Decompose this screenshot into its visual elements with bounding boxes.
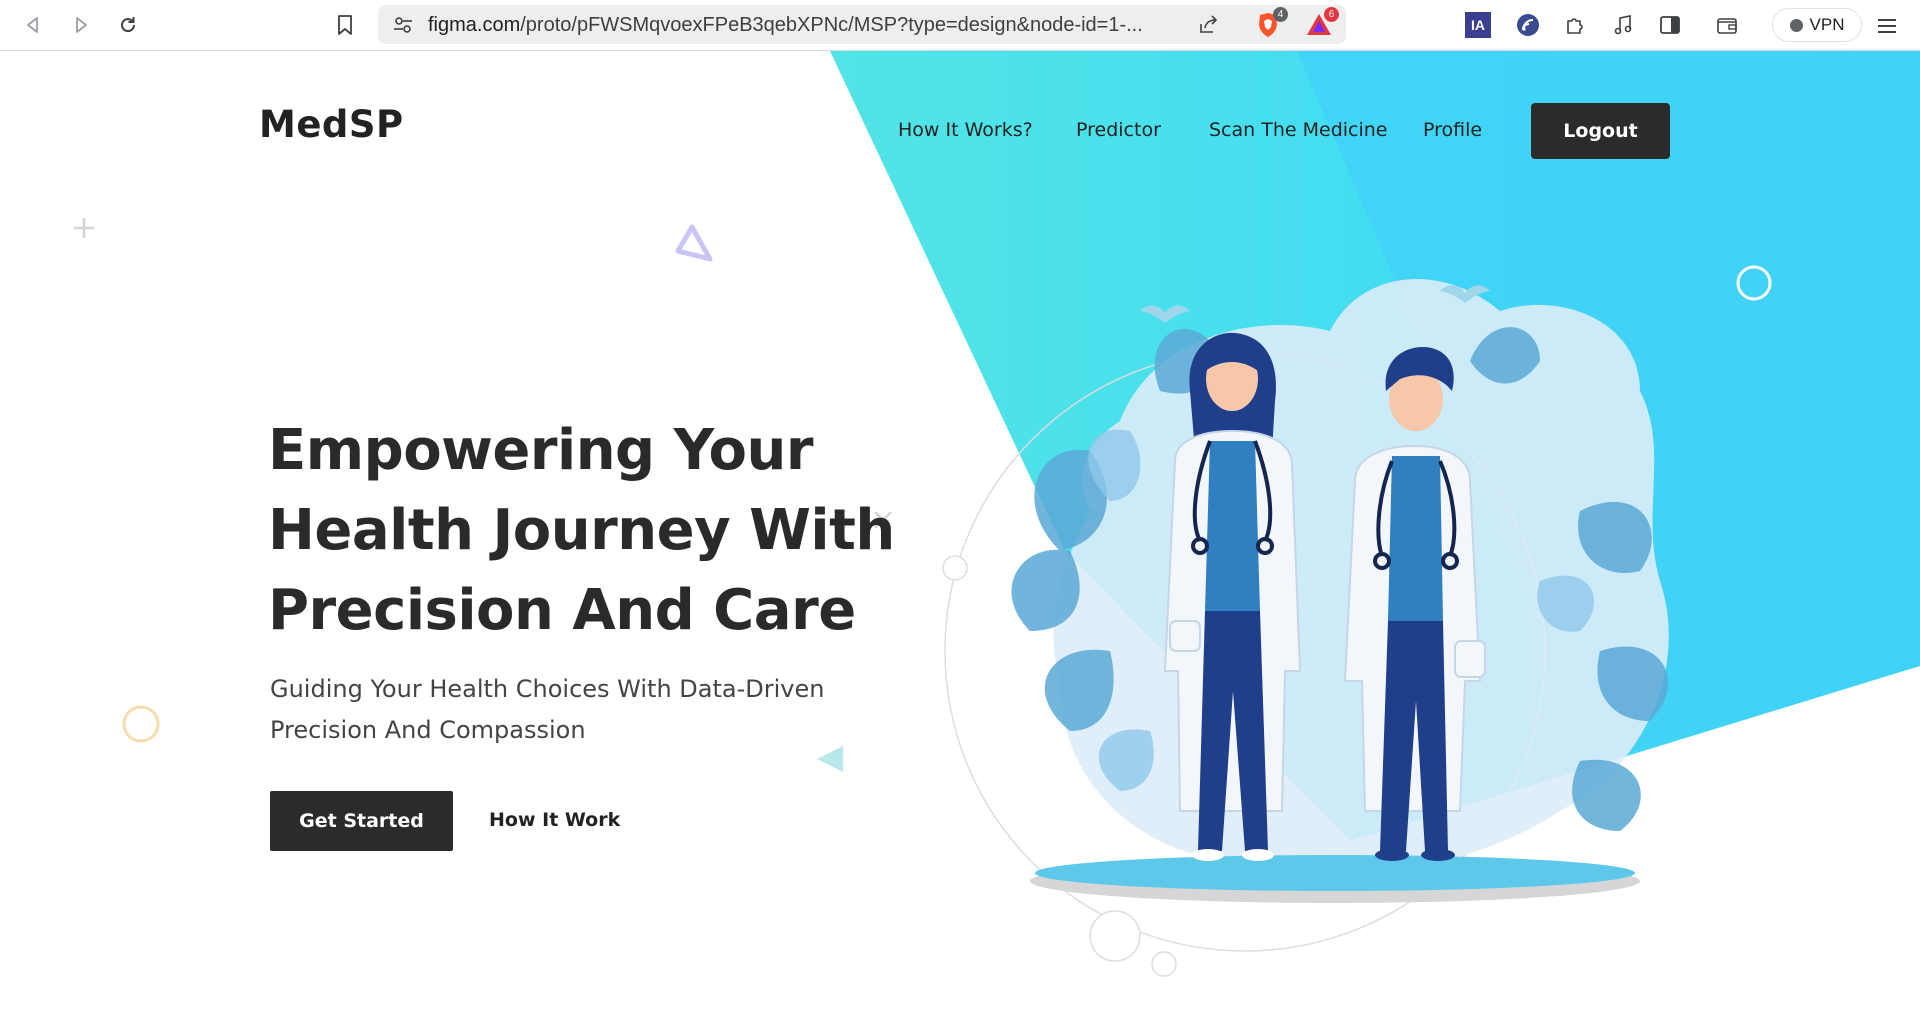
logout-button[interactable]: Logout [1531, 103, 1670, 159]
ia-extension-icon[interactable]: IA [1465, 12, 1491, 38]
back-icon[interactable] [18, 10, 48, 40]
triangle-decoration-icon [675, 224, 713, 262]
ring-decoration-icon [1736, 265, 1772, 301]
hero-title-line: Precision And Care [268, 578, 856, 643]
reload-icon[interactable] [113, 10, 143, 40]
rewards-count-badge: 6 [1324, 7, 1339, 22]
nav-scan-the-medicine[interactable]: Scan The Medicine [1209, 119, 1388, 141]
share-icon[interactable] [1196, 13, 1220, 37]
nav-how-it-works[interactable]: How It Works? [898, 119, 1033, 141]
landing-page: MedSP How It Works? Predictor Scan The M… [0, 51, 1920, 1031]
sidebar-icon[interactable] [1656, 11, 1684, 39]
bookmark-icon[interactable] [330, 10, 360, 40]
ia-extension-label: IA [1471, 17, 1485, 33]
music-icon[interactable] [1609, 11, 1637, 39]
shields-count-badge: 4 [1273, 7, 1288, 22]
hero-title: Empowering Your Health Journey With Prec… [268, 411, 908, 651]
how-it-work-link[interactable]: How It Work [489, 809, 620, 831]
browser-toolbar: figma.com/proto/pFWSMqvoexFPeB3qebXPNc/M… [0, 0, 1920, 51]
vpn-label: VPN [1809, 15, 1845, 34]
extensions-puzzle-icon[interactable] [1561, 11, 1589, 39]
get-started-button[interactable]: Get Started [270, 791, 453, 851]
site-settings-icon[interactable] [392, 14, 414, 36]
brave-rewards-icon[interactable]: 6 [1305, 7, 1339, 39]
feed-extension-icon[interactable] [1514, 11, 1542, 39]
forward-icon[interactable] [66, 10, 96, 40]
hero-title-line: Health Journey With [268, 498, 895, 563]
doctors-illustration [1011, 278, 1669, 903]
nav-profile[interactable]: Profile [1423, 119, 1482, 141]
brave-shields-icon[interactable]: 4 [1254, 7, 1288, 39]
address-bar[interactable]: figma.com/proto/pFWSMqvoexFPeB3qebXPNc/M… [378, 5, 1346, 44]
vpn-status-icon [1789, 18, 1803, 32]
hero-title-line: Empowering Your [268, 418, 814, 483]
nav-predictor[interactable]: Predictor [1076, 119, 1161, 141]
url-text: figma.com/proto/pFWSMqvoexFPeB3qebXPNc/M… [428, 14, 1258, 37]
hero-subtitle-line: Guiding Your Health Choices With Data-Dr… [270, 675, 825, 703]
wallet-icon[interactable] [1713, 11, 1741, 39]
circle-decoration-icon [122, 705, 160, 743]
plus-decoration-icon [74, 218, 94, 238]
url-path: /proto/pFWSMqvoexFPeB3qebXPNc/MSP?type=d… [520, 14, 1143, 36]
hamburger-menu-icon[interactable] [1872, 11, 1902, 41]
url-domain: figma.com [428, 14, 521, 36]
brand-logo[interactable]: MedSP [259, 103, 404, 146]
vpn-button[interactable]: VPN [1772, 8, 1862, 42]
hero-subtitle: Guiding Your Health Choices With Data-Dr… [270, 669, 890, 751]
hero-subtitle-line: Precision And Compassion [270, 716, 586, 744]
